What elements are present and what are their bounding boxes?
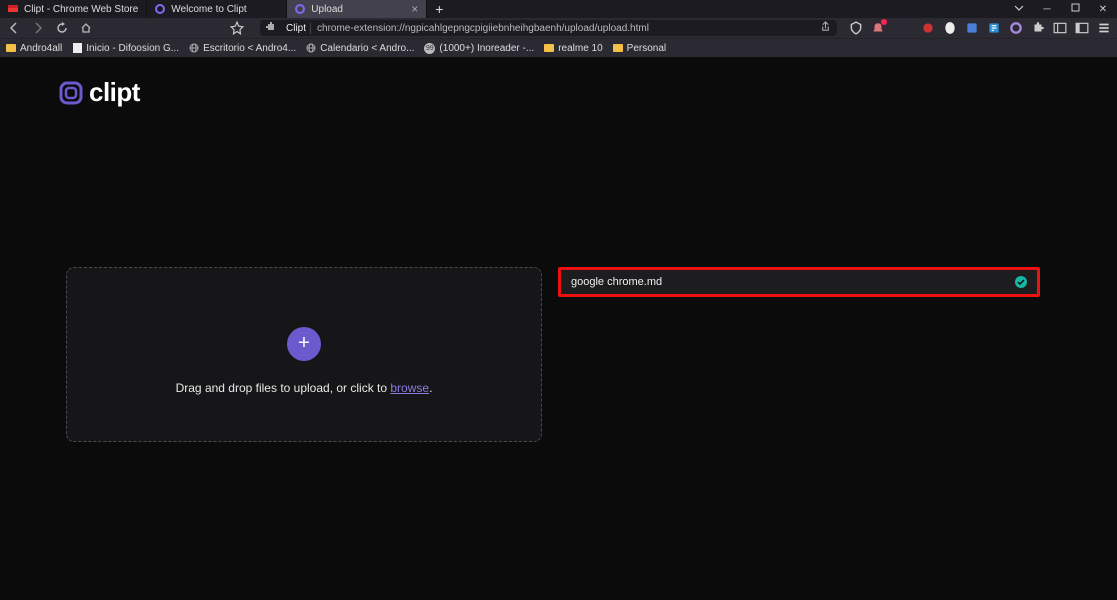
bookmark-label: Escritorio < Andro4... bbox=[203, 43, 296, 54]
bookmark-label: Calendario < Andro... bbox=[320, 43, 414, 54]
sidebar-icon[interactable] bbox=[1053, 21, 1067, 35]
window-maximize-button[interactable] bbox=[1061, 3, 1089, 15]
browse-link[interactable]: browse bbox=[390, 381, 429, 395]
window-close-button[interactable]: ✕ bbox=[1089, 4, 1117, 15]
share-icon[interactable] bbox=[820, 21, 831, 35]
badge-icon: 99 bbox=[424, 43, 435, 54]
new-tab-button[interactable]: + bbox=[427, 0, 451, 18]
bookmarks-bar: Andro4all Inicio - Difoosion G... Escrit… bbox=[0, 38, 1117, 57]
folder-icon bbox=[613, 44, 623, 52]
browser-tab[interactable]: Welcome to Clipt bbox=[147, 0, 287, 18]
upload-dropzone[interactable]: + Drag and drop files to upload, or clic… bbox=[66, 267, 542, 442]
folder-icon bbox=[544, 44, 554, 52]
brand-name: clipt bbox=[89, 77, 140, 108]
nav-home-button[interactable] bbox=[78, 20, 94, 36]
window-minimize-button[interactable]: ─ bbox=[1033, 4, 1061, 15]
tab-title: Upload bbox=[311, 4, 343, 15]
dropzone-prefix: Drag and drop files to upload, or click … bbox=[176, 381, 391, 395]
bookmark-label: realme 10 bbox=[558, 43, 602, 54]
bookmark-item[interactable]: Escritorio < Andro4... bbox=[189, 43, 296, 54]
bookmark-item[interactable]: Andro4all bbox=[6, 43, 62, 54]
clipt-favicon bbox=[155, 4, 165, 14]
browser-titlebar: Clipt - Chrome Web Store Welcome to Clip… bbox=[0, 0, 1117, 18]
extensions-puzzle-icon[interactable] bbox=[1031, 21, 1045, 35]
store-favicon bbox=[8, 4, 18, 14]
bookmark-label: Inicio - Difoosion G... bbox=[86, 43, 179, 54]
bookmark-item[interactable]: 99 (1000+) Inoreader -... bbox=[424, 43, 534, 54]
browser-tab[interactable]: Clipt - Chrome Web Store bbox=[0, 0, 147, 18]
bookmark-label: (1000+) Inoreader -... bbox=[439, 43, 534, 54]
tab-title: Welcome to Clipt bbox=[171, 4, 246, 15]
shield-icon[interactable] bbox=[849, 21, 863, 35]
ext-icon[interactable] bbox=[943, 21, 957, 35]
dropzone-prompt: Drag and drop files to upload, or click … bbox=[176, 381, 433, 395]
page-icon bbox=[72, 43, 82, 53]
globe-icon bbox=[306, 43, 316, 53]
ext-icon[interactable] bbox=[1009, 21, 1023, 35]
notification-bell-icon[interactable] bbox=[871, 21, 885, 35]
bookmark-item[interactable]: realme 10 bbox=[544, 43, 602, 54]
app-menu-icon[interactable] bbox=[1097, 21, 1111, 35]
page-content: clipt + Drag and drop files to upload, o… bbox=[0, 57, 1117, 600]
site-identity-label: Clipt bbox=[282, 23, 311, 34]
nav-forward-button[interactable] bbox=[30, 20, 46, 36]
bookmark-star-icon[interactable] bbox=[230, 21, 244, 35]
clipt-favicon bbox=[295, 4, 305, 14]
extension-icon bbox=[266, 22, 276, 34]
bookmark-item[interactable]: Personal bbox=[613, 43, 666, 54]
browser-tab-active[interactable]: Upload × bbox=[287, 0, 427, 18]
nav-back-button[interactable] bbox=[6, 20, 22, 36]
screenshot-icon[interactable] bbox=[1075, 21, 1089, 35]
uploaded-filename: google chrome.md bbox=[571, 276, 662, 288]
bookmark-label: Andro4all bbox=[20, 43, 62, 54]
close-tab-icon[interactable]: × bbox=[411, 2, 418, 16]
nav-reload-button[interactable] bbox=[54, 20, 70, 36]
address-bar[interactable]: Clipt chrome-extension://ngpicahlgepngcp… bbox=[260, 20, 837, 36]
ext-icon[interactable] bbox=[987, 21, 1001, 35]
dropzone-suffix: . bbox=[429, 381, 432, 395]
globe-icon bbox=[189, 43, 199, 53]
window-dropdown-icon[interactable] bbox=[1005, 3, 1033, 16]
add-file-button[interactable]: + bbox=[287, 327, 321, 361]
browser-toolbar: Clipt chrome-extension://ngpicahlgepngcp… bbox=[0, 18, 1117, 38]
uploaded-file-row[interactable]: google chrome.md bbox=[558, 267, 1040, 297]
bookmark-item[interactable]: Calendario < Andro... bbox=[306, 43, 414, 54]
upload-success-icon bbox=[1015, 276, 1027, 288]
toolbar-action-icons bbox=[849, 21, 1111, 35]
window-controls: ─ ✕ bbox=[1005, 0, 1117, 18]
bookmark-item[interactable]: Inicio - Difoosion G... bbox=[72, 43, 179, 54]
brand-logo: clipt bbox=[57, 77, 140, 108]
folder-icon bbox=[6, 44, 16, 52]
tab-title: Clipt - Chrome Web Store bbox=[24, 4, 138, 15]
ext-icon[interactable] bbox=[965, 21, 979, 35]
bookmark-label: Personal bbox=[627, 43, 666, 54]
clipt-mark-icon bbox=[57, 79, 85, 107]
ext-icon[interactable] bbox=[921, 21, 935, 35]
url-text: chrome-extension://ngpicahlgepngcpigiieb… bbox=[317, 23, 814, 34]
